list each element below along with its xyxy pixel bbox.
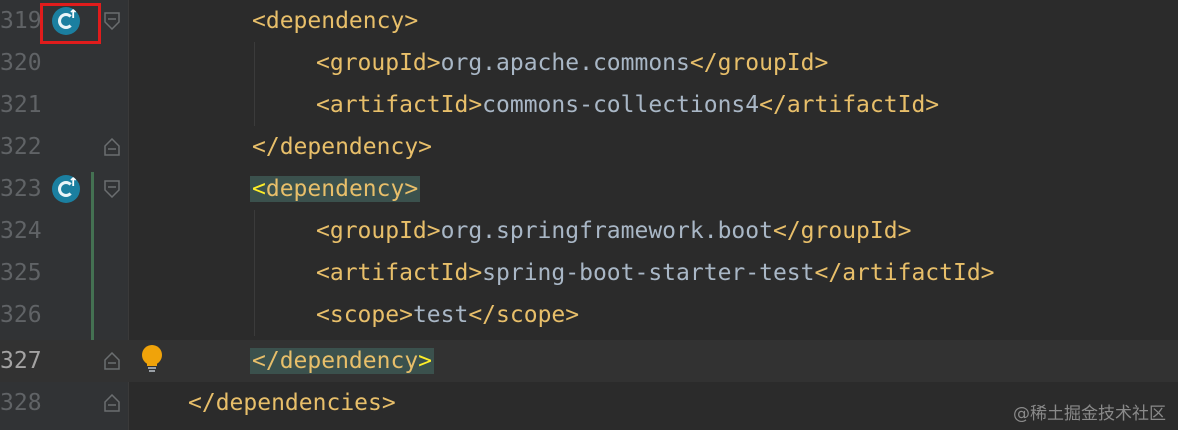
xml-open-tag: <artifactId> xyxy=(316,260,483,286)
xml-close-tag: </scope> xyxy=(468,302,580,328)
code-content[interactable]: <groupId>org.springframework.boot</group… xyxy=(316,210,911,252)
line-number: 325 xyxy=(0,260,42,286)
line-number: 327 xyxy=(0,348,42,374)
xml-tag[interactable]: </dependency> xyxy=(250,340,435,382)
code-content[interactable]: <artifactId>spring-boot-starter-test</ar… xyxy=(316,252,995,294)
xml-open-tag: <groupId> xyxy=(316,50,441,76)
fold-open-icon[interactable] xyxy=(104,180,120,198)
xml-close-tag: </artifactId> xyxy=(759,92,940,118)
intention-bulb-icon[interactable] xyxy=(140,344,164,376)
xml-close-tag: </groupId> xyxy=(772,218,912,244)
xml-text: org.springframework.boot xyxy=(440,218,773,244)
xml-text: commons-collections4 xyxy=(482,92,760,118)
maven-dependency-icon[interactable]: ↑ xyxy=(52,173,80,203)
xml-tag[interactable]: </dependencies> xyxy=(188,382,396,424)
code-line[interactable]: 321 <artifactId>commons-collections4</ar… xyxy=(0,84,1178,126)
xml-open-tag: <groupId> xyxy=(316,218,441,244)
xml-close-tag: </artifactId> xyxy=(814,260,995,286)
code-line[interactable]: 320 <groupId>org.apache.commons</groupId… xyxy=(0,42,1178,84)
code-line[interactable]: 319 ↑ <dependency> xyxy=(0,0,1178,44)
line-number: 321 xyxy=(0,92,42,118)
xml-tag[interactable]: </dependency> xyxy=(252,126,432,168)
xml-open-tag: <artifactId> xyxy=(316,92,483,118)
line-number: 328 xyxy=(0,390,42,416)
line-number: 320 xyxy=(0,50,42,76)
brace-match-highlight: </dependency> xyxy=(250,348,435,374)
code-content[interactable]: <artifactId>commons-collections4</artifa… xyxy=(316,84,939,126)
xml-open-tag: <scope> xyxy=(316,302,413,328)
code-line[interactable]: 324 <groupId>org.springframework.boot</g… xyxy=(0,210,1178,252)
xml-tag[interactable]: <dependency> xyxy=(252,0,418,42)
xml-tag[interactable]: <dependency> xyxy=(250,168,421,210)
fold-open-icon[interactable] xyxy=(104,12,120,30)
line-number: 326 xyxy=(0,302,42,328)
brace-match-highlight: <dependency> xyxy=(250,176,421,202)
code-content[interactable]: <groupId>org.apache.commons</groupId> xyxy=(316,42,828,84)
code-line[interactable]: 322 </dependency> xyxy=(0,126,1178,168)
watermark: @稀土掘金技术社区 xyxy=(1013,404,1166,424)
fold-close-icon[interactable] xyxy=(104,138,120,156)
line-number: 319 xyxy=(0,8,42,34)
code-line[interactable]: 323 ↑ <dependency> xyxy=(0,168,1178,210)
code-content[interactable]: <scope>test</scope> xyxy=(316,294,579,336)
line-number: 322 xyxy=(0,134,42,160)
fold-close-icon[interactable] xyxy=(104,352,120,370)
code-line[interactable]: 325 <artifactId>spring-boot-starter-test… xyxy=(0,252,1178,294)
xml-text: org.apache.commons xyxy=(440,50,690,76)
xml-text: spring-boot-starter-test xyxy=(482,260,815,286)
xml-text: test xyxy=(412,302,469,328)
fold-close-icon[interactable] xyxy=(104,394,120,412)
annotation-highlight-box xyxy=(40,3,101,44)
line-number: 324 xyxy=(0,218,42,244)
code-line-current[interactable]: 327 </dependency> xyxy=(0,340,1178,382)
line-number: 323 xyxy=(0,176,42,202)
code-line[interactable]: 326 <scope>test</scope> xyxy=(0,294,1178,336)
code-line[interactable]: 328 </dependencies> xyxy=(0,382,1178,424)
xml-close-tag: </groupId> xyxy=(689,50,829,76)
